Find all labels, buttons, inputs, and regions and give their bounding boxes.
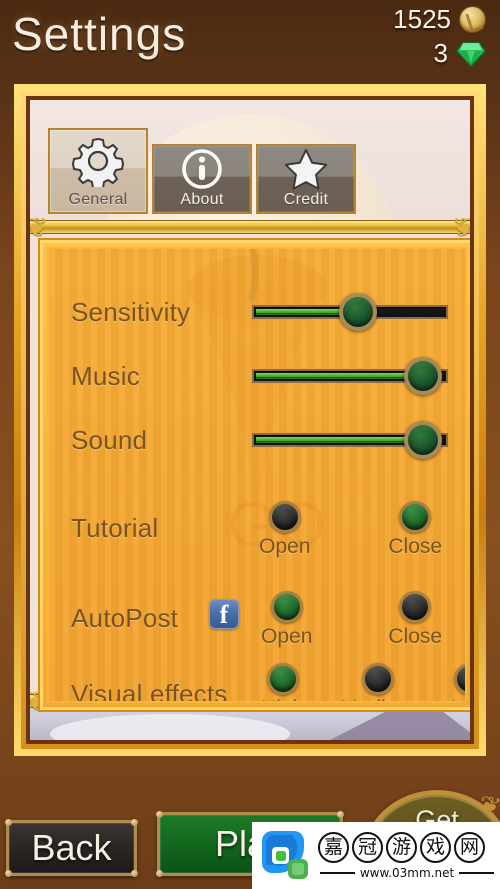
visual-effects-medium-radio[interactable] bbox=[361, 663, 394, 695]
coin-counter: 1525 bbox=[393, 4, 486, 35]
watermark-text: 嘉 冠 游 戏 网 www.03mm.net bbox=[318, 831, 494, 880]
watermark-logo-icon bbox=[258, 829, 312, 883]
watermark-char: 嘉 bbox=[318, 831, 349, 863]
row-autopost: AutoPost f Open Close bbox=[49, 591, 465, 648]
watermark-url: www.03mm.net bbox=[359, 865, 455, 880]
tab-general[interactable]: General bbox=[48, 128, 148, 214]
settings-panel: GO Sensitivity Music bbox=[40, 240, 470, 710]
row-visual-effects: Visual effects High Medium Low bbox=[49, 663, 465, 703]
sound-slider-knob[interactable] bbox=[403, 421, 442, 459]
watermark-site-name: 嘉 冠 游 戏 网 bbox=[318, 831, 494, 863]
watermark-overlay: 嘉 冠 游 戏 网 www.03mm.net bbox=[252, 822, 500, 889]
row-tutorial: Tutorial Open Close bbox=[49, 501, 465, 558]
ornament-left-icon: ❦ bbox=[26, 212, 48, 242]
tutorial-open-radio[interactable] bbox=[268, 501, 301, 533]
watermark-char: 网 bbox=[454, 831, 485, 863]
tab-about-label: About bbox=[180, 191, 224, 208]
autopost-open-label: Open bbox=[261, 625, 313, 648]
watermark-char: 游 bbox=[386, 831, 417, 863]
visual-effects-option-low[interactable]: Low bbox=[451, 663, 465, 701]
music-slider[interactable] bbox=[252, 357, 448, 395]
tab-credit-label: Credit bbox=[283, 191, 329, 208]
coin-icon bbox=[459, 6, 486, 33]
autopost-close-label: Close bbox=[388, 625, 443, 648]
stud-icon bbox=[131, 870, 138, 877]
row-sound: Sound bbox=[49, 421, 465, 459]
flourish-icon: ❦ bbox=[476, 789, 500, 823]
coin-amount: 1525 bbox=[393, 4, 451, 34]
tutorial-option-close[interactable]: Close bbox=[388, 501, 442, 559]
visual-effects-low-radio[interactable] bbox=[454, 663, 465, 695]
settings-window: General About Credit ❦ ❦ ❦ Sensitivity M… bbox=[26, 96, 474, 744]
tab-general-label: General bbox=[68, 191, 128, 208]
tab-credit[interactable]: Credit bbox=[256, 144, 356, 214]
divider-top: ❦ ❦ bbox=[30, 212, 470, 242]
info-icon bbox=[154, 146, 250, 191]
sound-slider[interactable] bbox=[252, 421, 448, 459]
autopost-open-radio[interactable] bbox=[270, 591, 303, 623]
autopost-option-open[interactable]: Open bbox=[261, 591, 312, 649]
watermark-char: 戏 bbox=[420, 831, 451, 863]
facebook-glyph: f bbox=[219, 600, 229, 629]
stud-icon bbox=[156, 870, 163, 877]
row-music: Music bbox=[49, 357, 465, 395]
sensitivity-label: Sensitivity bbox=[71, 296, 191, 327]
header-bar: Settings 1525 3 bbox=[0, 0, 500, 84]
gem-amount: 3 bbox=[433, 38, 448, 68]
watermark-url-row: www.03mm.net bbox=[318, 866, 494, 880]
visual-effects-low-label: Low bbox=[451, 697, 465, 701]
tutorial-close-radio[interactable] bbox=[399, 501, 432, 533]
facebook-icon[interactable]: f bbox=[209, 599, 239, 629]
star-icon bbox=[258, 146, 354, 191]
settings-window-frame: General About Credit ❦ ❦ ❦ Sensitivity M… bbox=[14, 84, 486, 756]
visual-effects-high-radio[interactable] bbox=[266, 663, 299, 695]
tutorial-option-open[interactable]: Open bbox=[259, 501, 310, 559]
tutorial-close-label: Close bbox=[388, 535, 443, 558]
gem-counter: 3 bbox=[392, 38, 486, 69]
visual-effects-option-group: High Medium Low bbox=[261, 663, 465, 701]
stud-icon bbox=[5, 870, 12, 877]
tutorial-option-group: Open Close bbox=[259, 501, 442, 559]
sensitivity-slider[interactable] bbox=[252, 293, 448, 331]
ornament-right-icon: ❦ bbox=[452, 212, 474, 242]
autopost-close-radio[interactable] bbox=[399, 591, 432, 623]
back-button-label: Back bbox=[31, 827, 112, 868]
rule-right bbox=[459, 871, 494, 874]
tab-strip: General About Credit bbox=[48, 128, 356, 214]
tab-area: General About Credit bbox=[30, 100, 470, 234]
autopost-option-group: Open Close bbox=[261, 591, 442, 649]
tutorial-label: Tutorial bbox=[71, 512, 159, 543]
row-sensitivity: Sensitivity bbox=[49, 293, 465, 331]
tutorial-open-label: Open bbox=[259, 535, 311, 558]
autopost-label: AutoPost bbox=[71, 602, 179, 633]
tab-about[interactable]: About bbox=[152, 144, 252, 214]
gear-icon bbox=[50, 130, 146, 191]
visual-effects-label: Visual effects bbox=[71, 678, 228, 703]
visual-effects-option-high[interactable]: High bbox=[261, 663, 304, 701]
music-label: Music bbox=[71, 360, 140, 391]
music-slider-knob[interactable] bbox=[403, 357, 442, 395]
back-button[interactable]: Back bbox=[5, 819, 138, 877]
gem-icon bbox=[456, 41, 486, 67]
sensitivity-slider-knob[interactable] bbox=[338, 293, 377, 331]
sound-slider-fill bbox=[256, 437, 420, 443]
autopost-option-close[interactable]: Close bbox=[388, 591, 442, 649]
visual-effects-option-medium[interactable]: Medium bbox=[340, 663, 415, 701]
visual-effects-high-label: High bbox=[261, 697, 304, 701]
page-title: Settings bbox=[12, 8, 187, 60]
watermark-char: 冠 bbox=[352, 831, 383, 863]
rule-left bbox=[320, 871, 355, 874]
settings-panel-inner: GO Sensitivity Music bbox=[47, 247, 467, 703]
visual-effects-medium-label: Medium bbox=[340, 697, 415, 701]
sound-label: Sound bbox=[71, 424, 148, 455]
music-slider-fill bbox=[256, 373, 420, 379]
